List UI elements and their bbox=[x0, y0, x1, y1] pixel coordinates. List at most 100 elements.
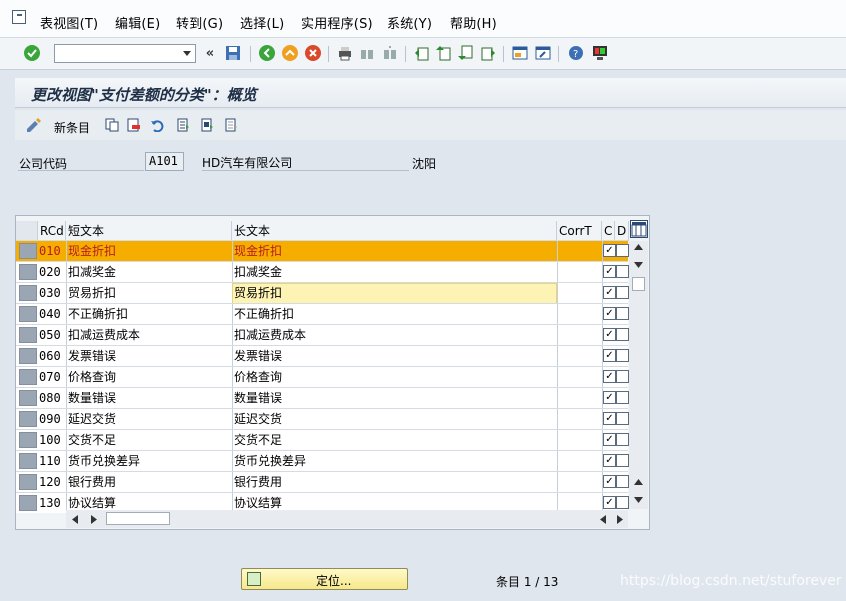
system-menu-icon[interactable] bbox=[12, 10, 26, 24]
row-checkbox-d[interactable] bbox=[616, 286, 629, 299]
horizontal-scrollbar[interactable] bbox=[66, 510, 596, 528]
row-checkbox-c[interactable]: ✓ bbox=[603, 244, 616, 257]
menu-edit[interactable]: 编辑(E) bbox=[115, 13, 160, 32]
command-field[interactable] bbox=[54, 44, 196, 63]
row-short-text[interactable]: 货币兑换差异 bbox=[68, 453, 140, 470]
row-short-text[interactable]: 扣减运费成本 bbox=[68, 327, 140, 344]
table-row[interactable]: 050 扣减运费成本 扣减运费成本 ✓ bbox=[16, 324, 629, 346]
row-short-text[interactable]: 价格查询 bbox=[68, 369, 116, 386]
horizontal-scrollbar-right[interactable] bbox=[596, 510, 628, 528]
help-icon[interactable]: ? bbox=[566, 43, 586, 63]
table-row[interactable]: 010 现金折扣 现金折扣 ✓ bbox=[16, 240, 629, 262]
exit-icon[interactable] bbox=[280, 43, 300, 63]
row-long-text[interactable]: 延迟交货 bbox=[234, 411, 282, 428]
row-long-text[interactable]: 贸易折扣 bbox=[234, 285, 282, 302]
row-selector[interactable] bbox=[19, 327, 37, 343]
menu-goto[interactable]: 转到(G) bbox=[176, 13, 223, 32]
cancel-icon[interactable] bbox=[303, 43, 323, 63]
back-icon[interactable] bbox=[257, 43, 277, 63]
row-checkbox-c[interactable]: ✓ bbox=[603, 265, 616, 278]
deselect-all-icon[interactable] bbox=[222, 116, 240, 134]
row-checkbox-c[interactable]: ✓ bbox=[603, 370, 616, 383]
row-short-text[interactable]: 延迟交货 bbox=[68, 411, 116, 428]
table-row[interactable]: 110 货币兑换差异 货币兑换差异 ✓ bbox=[16, 450, 629, 472]
row-selector[interactable] bbox=[19, 369, 37, 385]
row-short-text[interactable]: 贸易折扣 bbox=[68, 285, 116, 302]
collapse-icon[interactable]: « bbox=[200, 43, 220, 63]
next-page-icon[interactable] bbox=[456, 43, 476, 63]
row-short-text[interactable]: 交货不足 bbox=[68, 432, 116, 449]
row-selector[interactable] bbox=[19, 390, 37, 406]
row-checkbox-c[interactable]: ✓ bbox=[603, 307, 616, 320]
row-checkbox-d[interactable] bbox=[616, 475, 629, 488]
row-checkbox-d[interactable] bbox=[616, 412, 629, 425]
row-short-text[interactable]: 数量错误 bbox=[68, 390, 116, 407]
vertical-scrollbar[interactable] bbox=[629, 241, 648, 509]
menu-help[interactable]: 帮助(H) bbox=[450, 13, 497, 32]
scroll-left-icon[interactable] bbox=[72, 515, 79, 524]
column-header-c[interactable]: C bbox=[602, 221, 615, 241]
row-checkbox-d[interactable] bbox=[616, 433, 629, 446]
menu-select[interactable]: 选择(L) bbox=[240, 13, 284, 32]
row-short-text[interactable]: 发票错误 bbox=[68, 348, 116, 365]
row-short-text[interactable]: 扣减奖金 bbox=[68, 264, 116, 281]
table-row[interactable]: 070 价格查询 价格查询 ✓ bbox=[16, 366, 629, 388]
row-checkbox-d[interactable] bbox=[616, 307, 629, 320]
find-next-icon[interactable] bbox=[380, 43, 400, 63]
table-row[interactable]: 020 扣减奖金 扣减奖金 ✓ bbox=[16, 261, 629, 283]
row-checkbox-d[interactable] bbox=[616, 265, 629, 278]
table-settings-icon[interactable] bbox=[630, 220, 648, 238]
undo-change-icon[interactable] bbox=[148, 116, 166, 134]
row-checkbox-d[interactable] bbox=[616, 328, 629, 341]
display-change-icon[interactable] bbox=[25, 116, 43, 134]
row-long-text[interactable]: 数量错误 bbox=[234, 390, 282, 407]
previous-page-icon[interactable] bbox=[434, 43, 454, 63]
scroll-up-bottom-icon[interactable] bbox=[634, 478, 643, 486]
row-selector[interactable] bbox=[19, 411, 37, 427]
row-checkbox-c[interactable]: ✓ bbox=[603, 412, 616, 425]
scroll-up-icon[interactable] bbox=[634, 243, 643, 251]
table-row[interactable]: 030 贸易折扣 贸易折扣 ✓ bbox=[16, 282, 629, 304]
row-checkbox-d[interactable] bbox=[616, 349, 629, 362]
row-checkbox-c[interactable]: ✓ bbox=[603, 496, 616, 509]
row-checkbox-d[interactable] bbox=[616, 391, 629, 404]
scroll-down-icon[interactable] bbox=[634, 261, 643, 269]
table-row[interactable]: 120 银行费用 银行费用 ✓ bbox=[16, 471, 629, 493]
find-icon[interactable] bbox=[357, 43, 377, 63]
row-long-text[interactable]: 不正确折扣 bbox=[234, 306, 294, 323]
column-header-long-text[interactable]: 长文本 bbox=[232, 221, 557, 241]
row-long-text[interactable]: 扣减奖金 bbox=[234, 264, 282, 281]
scroll-left-right-icon[interactable] bbox=[600, 515, 607, 524]
row-long-text[interactable]: 价格查询 bbox=[234, 369, 282, 386]
table-row[interactable]: 080 数量错误 数量错误 ✓ bbox=[16, 387, 629, 409]
select-all-icon[interactable] bbox=[174, 116, 192, 134]
menu-utilities[interactable]: 实用程序(S) bbox=[301, 13, 373, 32]
row-short-text[interactable]: 现金折扣 bbox=[68, 243, 116, 260]
row-selector[interactable] bbox=[19, 453, 37, 469]
row-long-text[interactable]: 扣减运费成本 bbox=[234, 327, 306, 344]
row-selector[interactable] bbox=[19, 474, 37, 490]
column-header-short-text[interactable]: 短文本 bbox=[66, 221, 232, 241]
scroll-right-icon[interactable] bbox=[90, 515, 97, 524]
row-selector[interactable] bbox=[19, 348, 37, 364]
row-long-text[interactable]: 货币兑换差异 bbox=[234, 453, 306, 470]
table-row[interactable]: 090 延迟交货 延迟交货 ✓ bbox=[16, 408, 629, 430]
copy-as-icon[interactable] bbox=[103, 116, 121, 134]
row-long-text[interactable]: 银行费用 bbox=[234, 474, 282, 491]
menu-table-view[interactable]: 表视图(T) bbox=[40, 13, 98, 32]
row-long-text[interactable]: 交货不足 bbox=[234, 432, 282, 449]
row-checkbox-c[interactable]: ✓ bbox=[603, 286, 616, 299]
create-session-icon[interactable] bbox=[510, 43, 530, 63]
scroll-right-right-icon[interactable] bbox=[616, 515, 623, 524]
table-row[interactable]: 060 发票错误 发票错误 ✓ bbox=[16, 345, 629, 367]
horizontal-scroll-thumb[interactable] bbox=[106, 512, 170, 525]
row-short-text[interactable]: 不正确折扣 bbox=[68, 306, 128, 323]
chevron-down-icon[interactable] bbox=[183, 51, 191, 56]
scroll-down-bottom-icon[interactable] bbox=[634, 496, 643, 504]
row-short-text[interactable]: 银行费用 bbox=[68, 474, 116, 491]
print-icon[interactable] bbox=[335, 43, 355, 63]
table-row[interactable]: 100 交货不足 交货不足 ✓ bbox=[16, 429, 629, 451]
row-checkbox-d[interactable] bbox=[616, 454, 629, 467]
row-checkbox-c[interactable]: ✓ bbox=[603, 454, 616, 467]
menu-system[interactable]: 系统(Y) bbox=[387, 13, 432, 32]
